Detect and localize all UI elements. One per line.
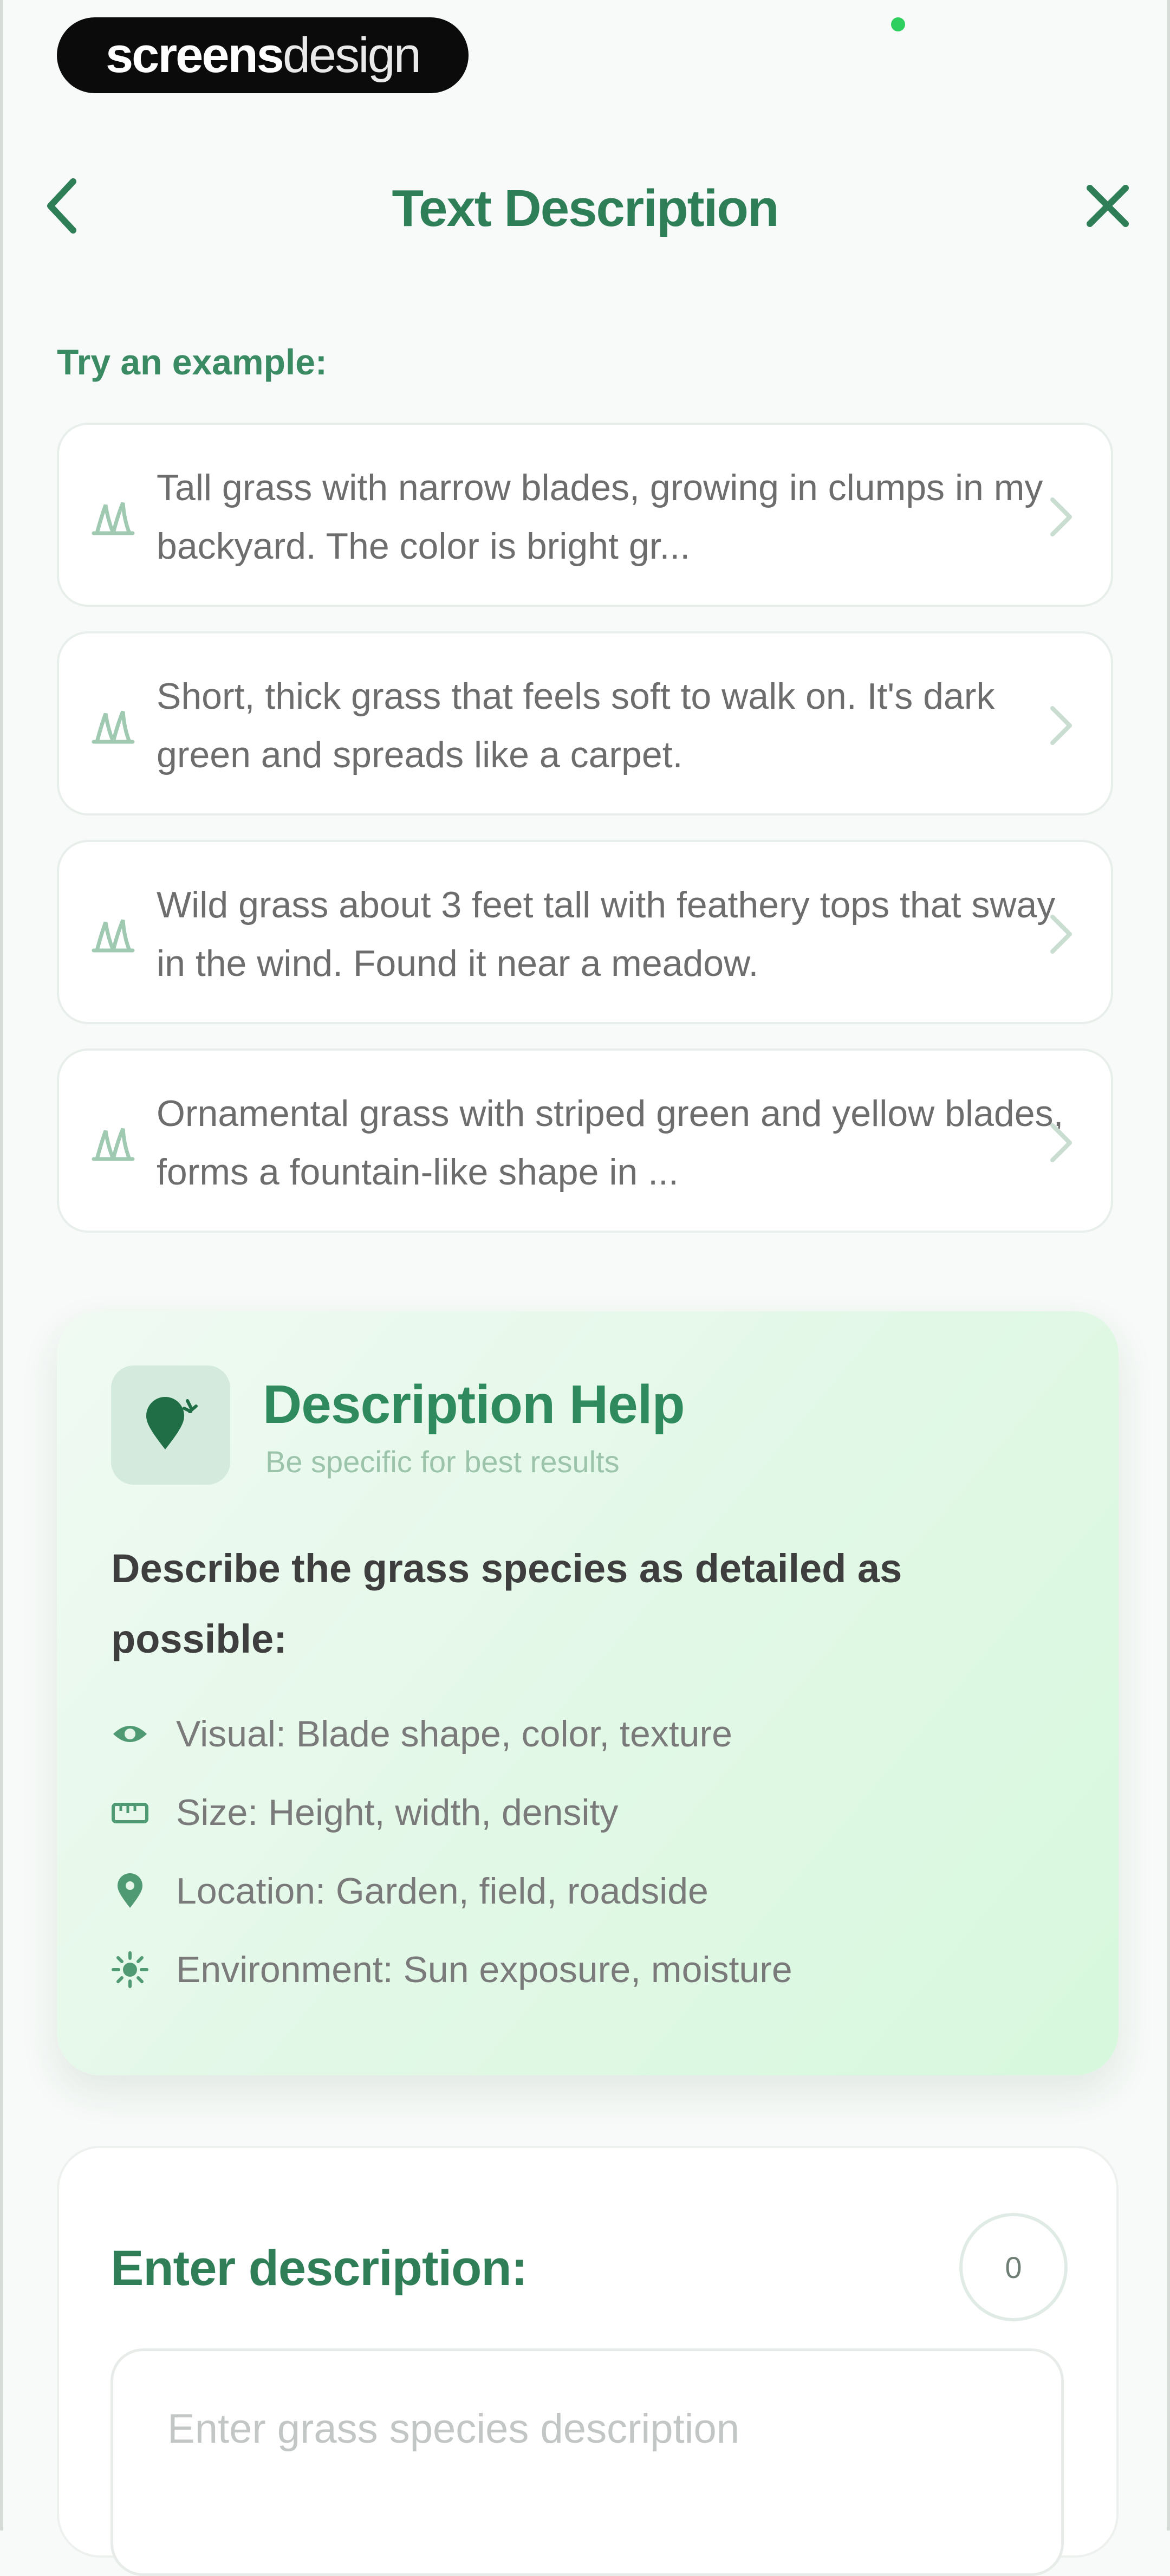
grass-icon — [92, 1128, 135, 1161]
character-counter: 0 — [959, 2213, 1068, 2321]
chevron-right-icon — [1050, 915, 1072, 954]
examples-label: Try an example: — [57, 342, 327, 382]
help-tip-visual: Visual: Blade shape, color, texture — [111, 1707, 732, 1761]
example-suggestion[interactable]: Ornamental grass with striped green and … — [57, 1048, 1113, 1233]
example-suggestion[interactable]: Wild grass about 3 feet tall with feathe… — [57, 840, 1113, 1024]
help-subtitle: Be specific for best results — [265, 1445, 620, 1479]
description-input-card: Enter description: 0 — [57, 2146, 1119, 2576]
brand-badge-bold: screens — [106, 27, 284, 83]
example-suggestion[interactable]: Short, thick grass that feels soft to wa… — [57, 631, 1113, 815]
close-button[interactable] — [1075, 173, 1140, 238]
help-tip-label: Environment: Sun exposure, moisture — [176, 1949, 792, 1990]
eye-icon — [113, 1726, 147, 1742]
grass-icon — [92, 919, 135, 953]
brand-badge-light: design — [282, 27, 421, 83]
help-tip-label: Visual: Blade shape, color, texture — [176, 1713, 732, 1755]
status-indicator-dot — [891, 17, 905, 31]
example-suggestion[interactable]: Tall grass with narrow blades, growing i… — [57, 423, 1113, 607]
brand-badge: screens design — [57, 17, 469, 93]
example-text: Wild grass about 3 feet tall with feathe… — [157, 884, 1056, 984]
input-title: Enter description: — [110, 2241, 528, 2296]
chevron-right-icon — [1050, 1123, 1072, 1162]
help-tip-environment: Environment: Sun exposure, moisture — [111, 1943, 792, 1997]
grass-icon — [92, 502, 135, 535]
help-tip-label: Size: Height, width, density — [176, 1792, 619, 1833]
chevron-right-icon — [1050, 706, 1072, 745]
close-icon — [1087, 185, 1129, 227]
location-pin-icon — [118, 1873, 142, 1908]
help-instruction: Describe the grass species as detailed a… — [111, 1546, 902, 1661]
help-tip-label: Location: Garden, field, roadside — [176, 1870, 708, 1912]
frame-edge-left — [0, 0, 3, 2530]
grass-icon — [92, 710, 135, 744]
ruler-icon — [112, 1803, 148, 1823]
help-tip-location: Location: Garden, field, roadside — [111, 1864, 708, 1918]
frame-edge-right — [1167, 0, 1170, 2530]
example-text: Ornamental grass with striped green and … — [157, 1093, 1064, 1193]
help-tip-size: Size: Height, width, density — [111, 1785, 618, 1840]
example-text: Tall grass with narrow blades, growing i… — [157, 467, 1043, 567]
description-input[interactable] — [110, 2348, 1064, 2576]
top-nav-bar: Text Description — [0, 157, 1170, 255]
page-title: Text Description — [392, 179, 779, 237]
help-title: Description Help — [263, 1374, 685, 1435]
chevron-right-icon — [1050, 497, 1072, 536]
location-pin-icon — [146, 1397, 198, 1449]
example-text: Short, thick grass that feels soft to wa… — [157, 676, 995, 775]
description-help-card: Description Help Be specific for best re… — [57, 1311, 1119, 2075]
sun-icon — [112, 1951, 148, 1988]
help-icon-container — [111, 1365, 230, 1485]
